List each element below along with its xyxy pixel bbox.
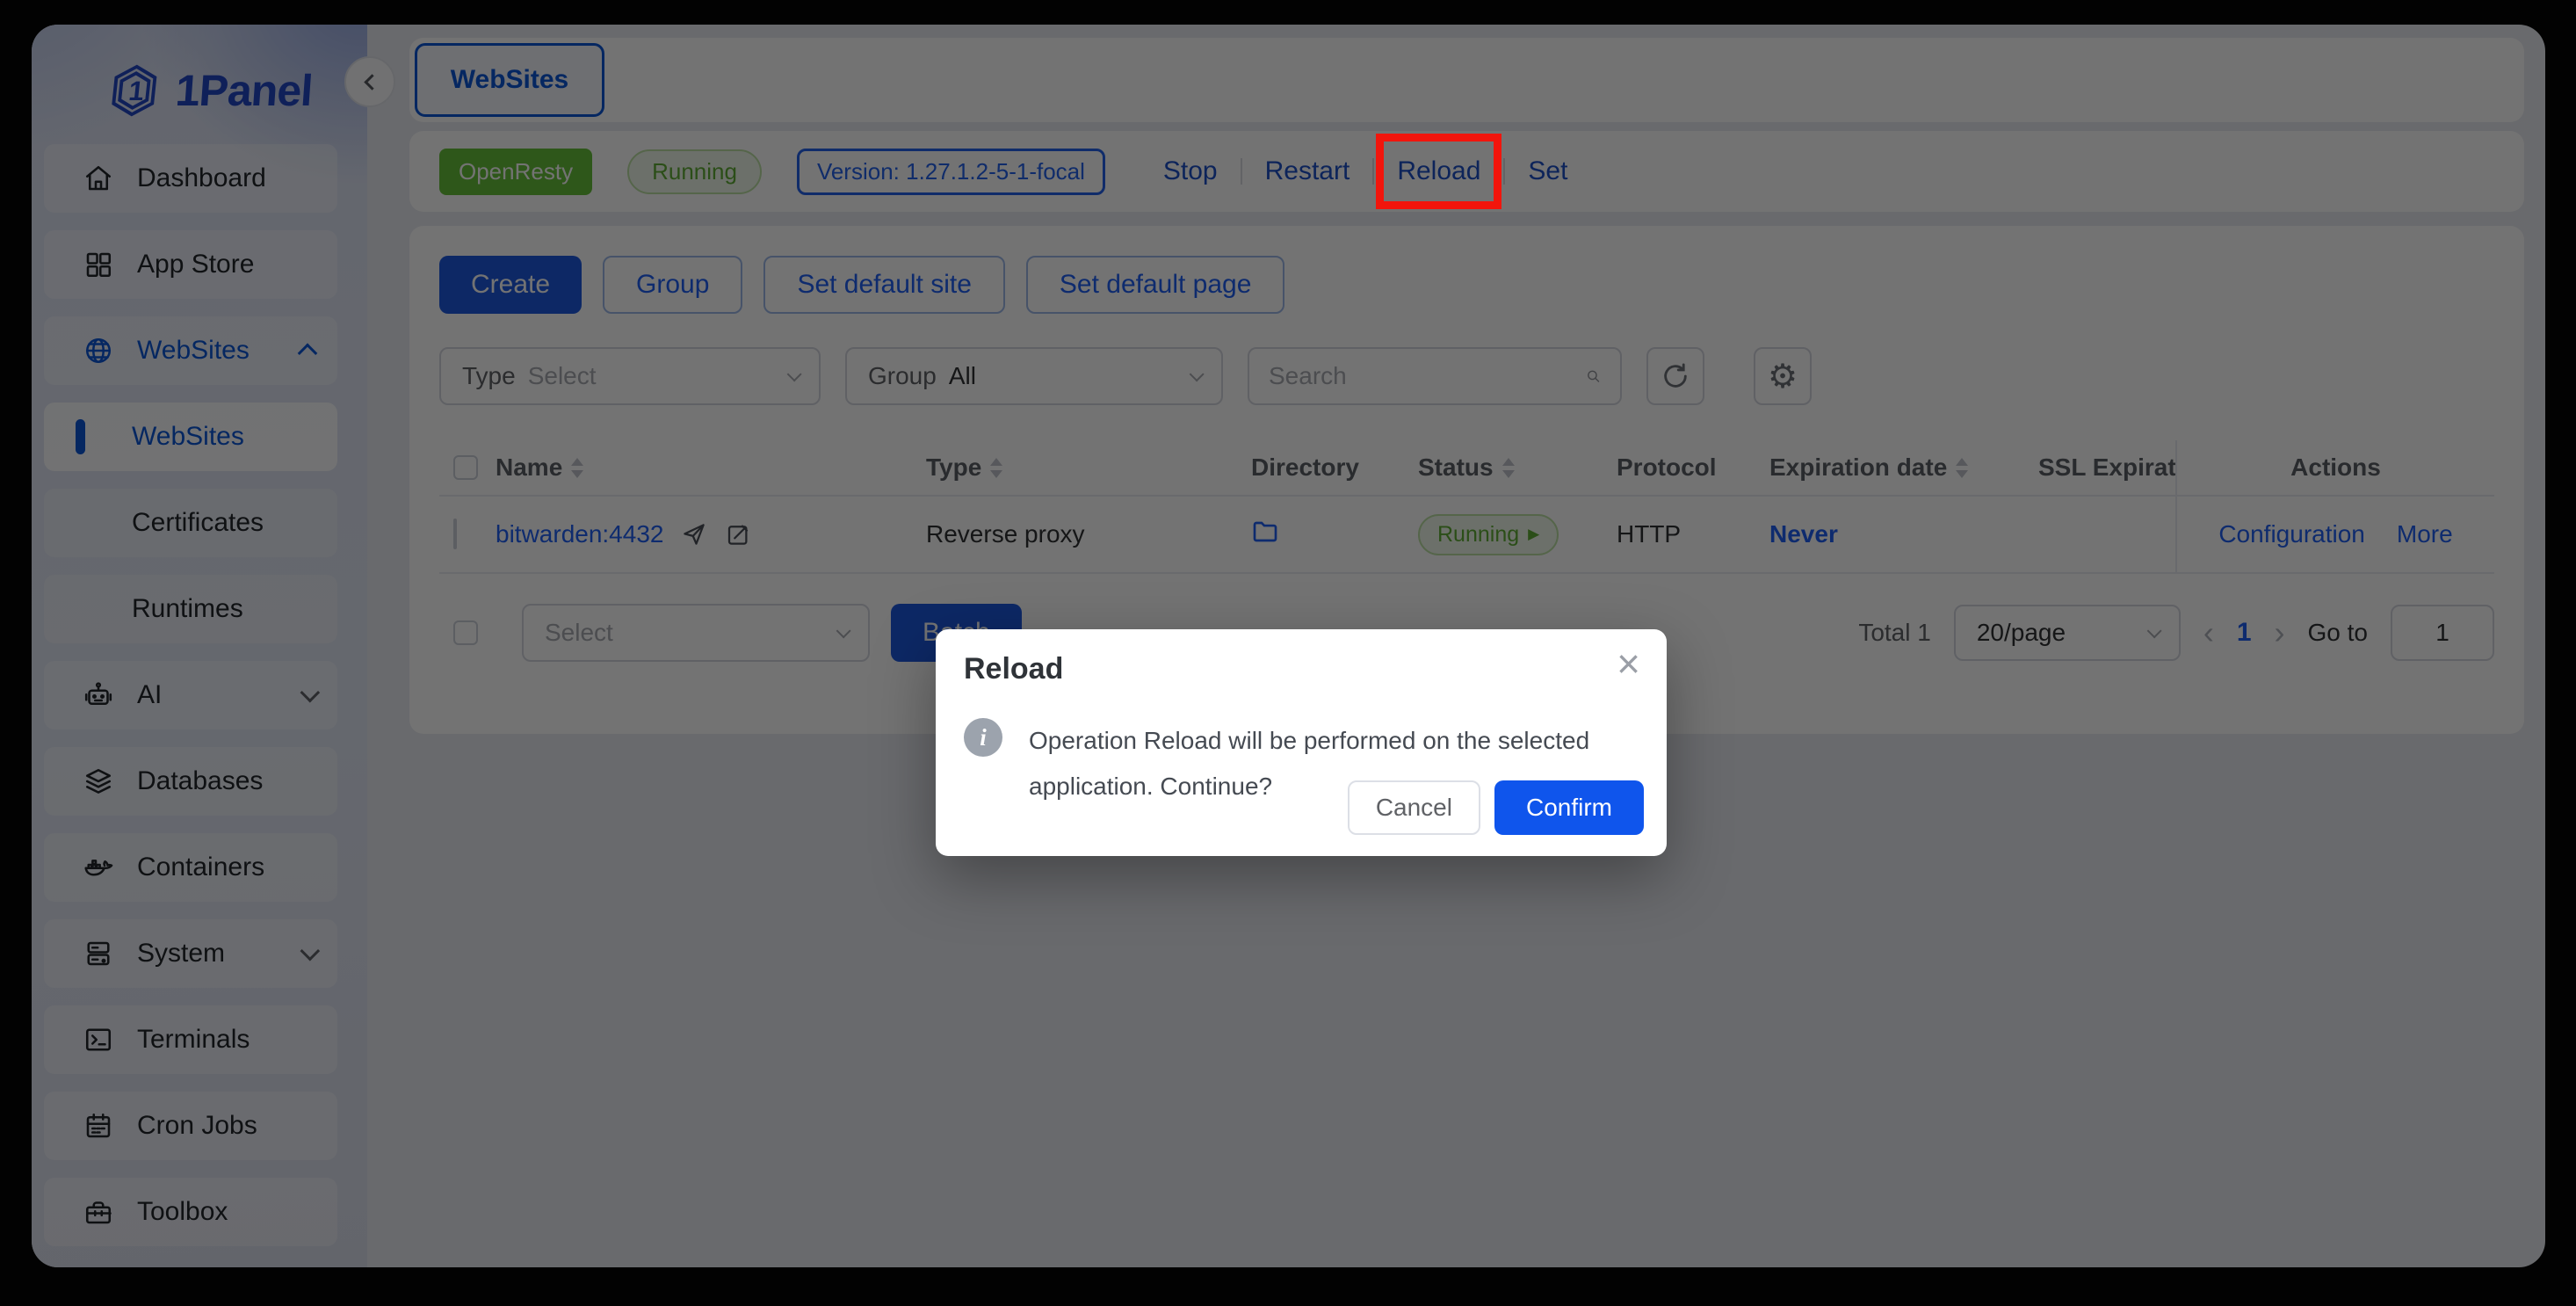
reload-confirm-dialog: Reload × i Operation Reload will be perf… xyxy=(936,629,1667,856)
dialog-title: Reload xyxy=(964,652,1064,686)
cancel-button[interactable]: Cancel xyxy=(1347,780,1480,835)
confirm-button[interactable]: Confirm xyxy=(1494,780,1644,835)
info-icon: i xyxy=(964,718,1002,757)
close-icon[interactable]: × xyxy=(1617,643,1640,684)
